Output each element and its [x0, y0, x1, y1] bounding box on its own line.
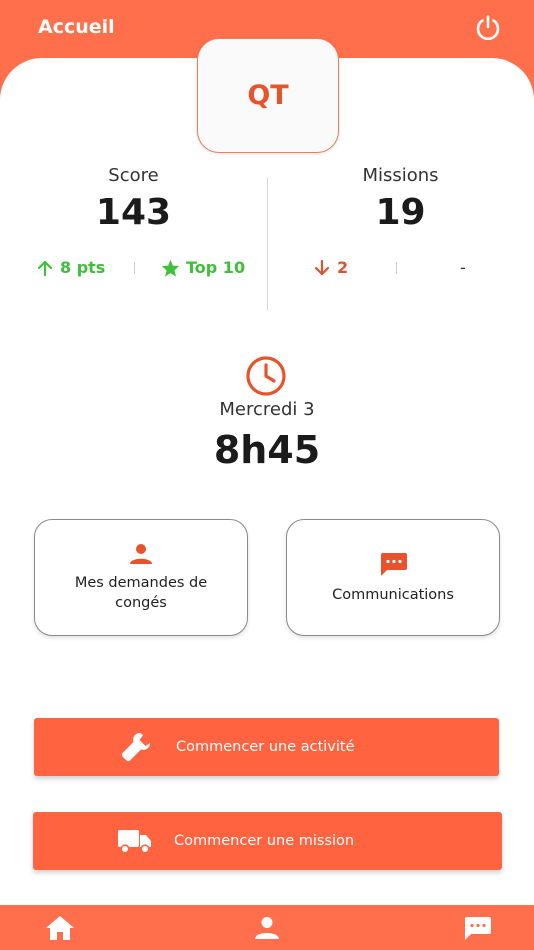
schedule-day: Mercredi 3	[219, 399, 315, 420]
score-delta-value: 8 pts	[60, 258, 106, 277]
missions-rank-value: -	[460, 258, 466, 277]
avatar[interactable]: QT	[197, 38, 339, 153]
score-stat: Score 143	[0, 165, 267, 233]
score-delta: 8 pts	[36, 258, 105, 277]
bottom-nav	[0, 905, 534, 950]
truck-icon	[115, 821, 155, 861]
start-mission-label: Commencer une mission	[174, 833, 355, 849]
score-rank-value: Top 10	[186, 258, 246, 277]
person-icon	[130, 543, 152, 564]
power-icon	[476, 15, 500, 41]
missions-label: Missions	[362, 165, 439, 186]
message-icon	[465, 917, 491, 940]
missions-value: 19	[375, 192, 426, 233]
missions-stat: Missions 19	[267, 165, 534, 233]
score-rank: Top 10	[161, 258, 245, 277]
clock-icon	[246, 356, 286, 396]
communications-tile[interactable]: Communications	[286, 519, 500, 636]
missions-delta: 2	[313, 258, 348, 277]
wrench-icon	[116, 727, 156, 767]
communications-label: Communications	[332, 586, 454, 603]
arrow-down-icon	[314, 259, 330, 275]
score-value: 143	[95, 192, 172, 233]
start-activity-label: Commencer une activité	[176, 739, 355, 755]
person-icon	[255, 917, 279, 939]
schedule-time: 8h45	[213, 428, 321, 472]
missions-delta-value: 2	[337, 258, 349, 277]
page-title: Accueil	[38, 16, 115, 38]
start-activity-button[interactable]: Commencer une activité	[34, 718, 499, 776]
score-mini-divider	[134, 262, 135, 274]
logout-button[interactable]	[472, 12, 504, 44]
score-label: Score	[108, 165, 159, 186]
missions-rank: -	[460, 258, 466, 277]
nav-home[interactable]	[43, 911, 77, 945]
missions-mini-divider	[396, 262, 397, 274]
leave-requests-tile[interactable]: Mes demandes de congés	[34, 519, 248, 636]
nav-messages[interactable]	[460, 911, 494, 945]
start-mission-button[interactable]: Commencer une mission	[33, 812, 502, 870]
clock	[244, 356, 288, 396]
message-icon	[381, 552, 407, 576]
arrow-up-icon	[37, 260, 53, 276]
avatar-initials: QT	[247, 80, 289, 111]
leave-requests-label: Mes demandes de congés	[74, 574, 208, 611]
home-icon	[46, 916, 74, 940]
nav-profile[interactable]	[250, 911, 284, 945]
star-icon	[161, 259, 180, 277]
